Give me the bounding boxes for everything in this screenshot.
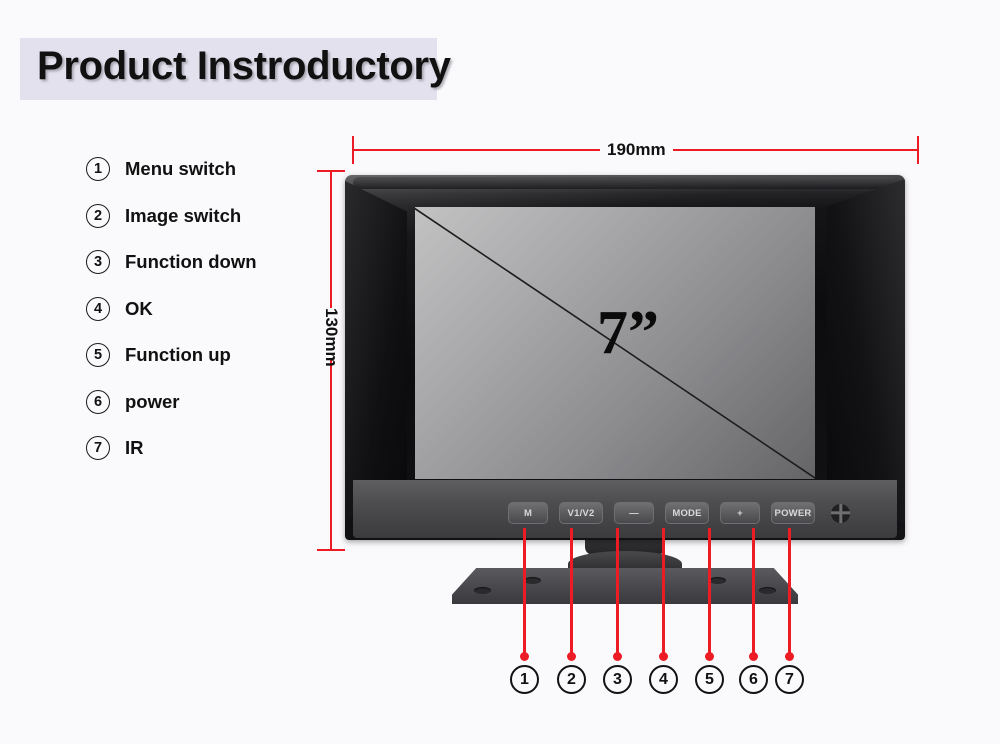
base-mounting-hole <box>524 577 541 584</box>
height-dimension-tick-bottom <box>317 549 345 551</box>
callout-leader-line-5 <box>708 528 711 656</box>
monitor-button-row: M V1/V2 — MODE + POWER <box>508 502 850 524</box>
callout-leader-dot-6 <box>749 652 758 661</box>
monitor-button-menu[interactable]: M <box>508 502 548 524</box>
monitor-button-image-switch[interactable]: V1/V2 <box>559 502 603 524</box>
callout-number-7: 7 <box>775 665 804 694</box>
infographic-canvas: Product Instroductory 1 Menu switch 2 Im… <box>0 0 1000 744</box>
list-item: 1 Menu switch <box>86 146 346 193</box>
height-dimension-label: 130mm <box>318 308 344 367</box>
legend-number-3: 3 <box>86 250 110 275</box>
callout-leader-dot-7 <box>785 652 794 661</box>
screen-size-label: 7” <box>597 299 659 367</box>
legend-label-4: OK <box>125 297 153 319</box>
legend-number-5: 5 <box>86 343 110 368</box>
monitor-control-bezel: M V1/V2 — MODE + POWER <box>353 480 897 538</box>
legend-label-2: Image switch <box>125 204 242 226</box>
monitor-button-mode[interactable]: MODE <box>665 502 709 524</box>
callout-number-2: 2 <box>557 665 586 694</box>
legend-number-4: 4 <box>86 296 110 321</box>
list-item: 5 Function up <box>86 332 346 379</box>
monitor-button-function-up[interactable]: + <box>720 502 760 524</box>
width-dimension-label: 190mm <box>600 137 673 163</box>
callout-leader-line-4 <box>662 528 665 656</box>
callout-leader-dot-1 <box>520 652 529 661</box>
callout-leader-dot-5 <box>705 652 714 661</box>
legend-label-3: Function down <box>125 251 257 273</box>
monitor-bezel: 7” M V1/V2 — MODE + POWER <box>345 175 905 540</box>
callout-leader-dot-4 <box>659 652 668 661</box>
list-item: 4 OK <box>86 286 346 333</box>
callout-leader-line-1 <box>523 528 526 656</box>
callout-number-4: 4 <box>649 665 678 694</box>
callout-leader-line-6 <box>752 528 755 656</box>
base-mounting-hole <box>759 587 776 594</box>
list-item: 6 power <box>86 379 346 426</box>
callout-number-1: 1 <box>510 665 539 694</box>
page-title: Product Instroductory <box>37 44 451 88</box>
callout-leader-line-2 <box>570 528 573 656</box>
monitor-product-image: 7” M V1/V2 — MODE + POWER <box>345 175 905 540</box>
bezel-right-face <box>827 179 905 523</box>
legend-number-1: 1 <box>86 157 110 182</box>
callout-leader-dot-3 <box>613 652 622 661</box>
bezel-left-face <box>345 181 407 521</box>
legend-label-5: Function up <box>125 344 231 366</box>
callout-number-5: 5 <box>695 665 724 694</box>
bezel-top-edge <box>353 177 897 189</box>
monitor-button-function-down[interactable]: — <box>614 502 654 524</box>
callout-number-3: 3 <box>603 665 632 694</box>
callout-leader-line-3 <box>616 528 619 656</box>
width-dimension-tick-right <box>917 136 919 164</box>
callout-leader-dot-2 <box>567 652 576 661</box>
ir-sensor-icon <box>831 503 850 523</box>
list-item: 2 Image switch <box>86 193 346 240</box>
callout-leader-line-7 <box>788 528 791 656</box>
base-mounting-hole <box>474 587 491 594</box>
callout-number-6: 6 <box>739 665 768 694</box>
legend-number-6: 6 <box>86 389 110 414</box>
legend-label-6: power <box>125 390 180 412</box>
legend-number-7: 7 <box>86 436 110 461</box>
legend-number-2: 2 <box>86 203 110 228</box>
feature-legend-list: 1 Menu switch 2 Image switch 3 Function … <box>86 146 346 472</box>
base-mounting-hole <box>709 577 726 584</box>
width-dimension-tick-left <box>352 136 354 164</box>
legend-label-1: Menu switch <box>125 158 237 180</box>
list-item: 7 IR <box>86 425 346 472</box>
monitor-button-power[interactable]: POWER <box>771 502 815 524</box>
stand-base-plate <box>452 568 798 604</box>
monitor-screen: 7” <box>415 207 815 479</box>
height-dimension-tick-top <box>317 170 345 172</box>
list-item: 3 Function down <box>86 239 346 286</box>
legend-label-7: IR <box>125 437 144 459</box>
